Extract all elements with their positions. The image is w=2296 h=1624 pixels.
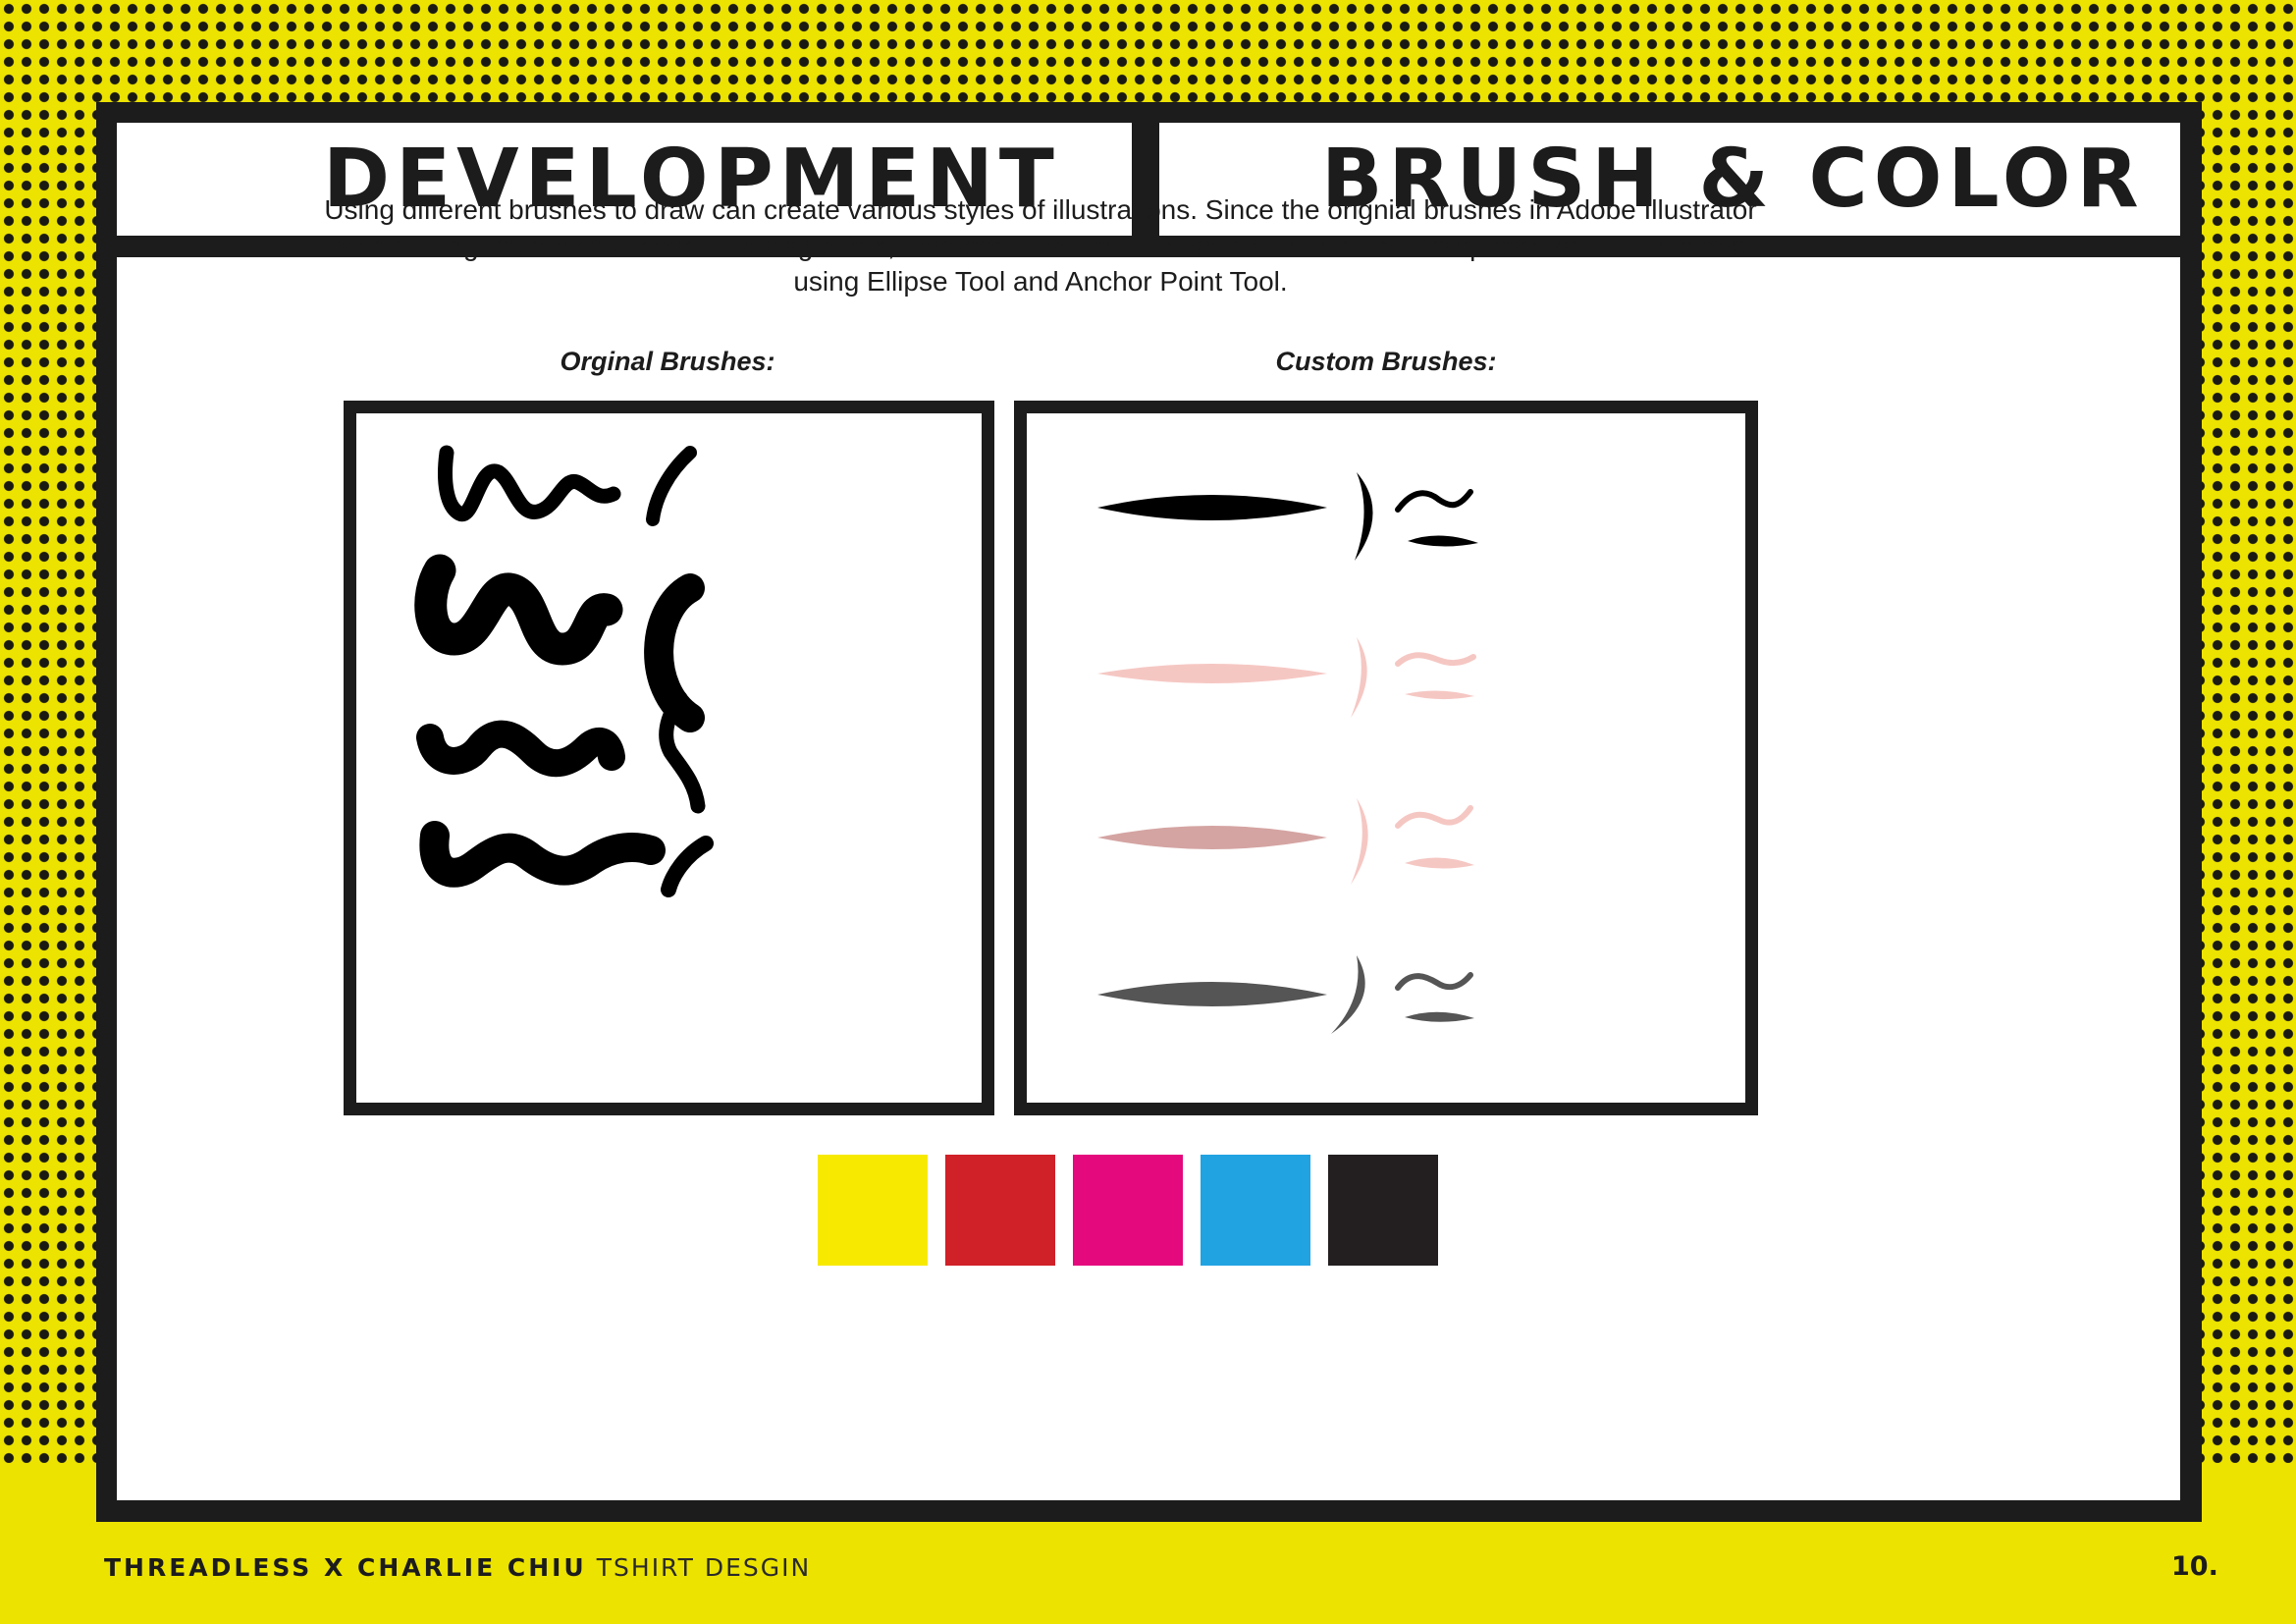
- custom-brushes-panel: [1014, 401, 1758, 1115]
- custom-brushes-label: Custom Brushes:: [1275, 347, 1497, 376]
- intro-line-3: using Ellipse Tool and Anchor Point Tool…: [793, 266, 1288, 297]
- custom-row-black: [1097, 472, 1478, 561]
- original-wave-stroke-2: [414, 554, 623, 666]
- intro-paragraph: Using different brushes to draw can crea…: [275, 192, 1806, 300]
- original-brushes-panel: [344, 401, 994, 1115]
- page-number: 10.: [2171, 1551, 2218, 1582]
- custom-brushes-illustration: [1097, 472, 1478, 1034]
- original-wave-stroke-1: [438, 445, 621, 521]
- custom-arc-stroke-2: [1351, 637, 1367, 718]
- footer: THREADLESS X CHARLIE CHIU TSHIRT DESGIN: [104, 1553, 811, 1583]
- footer-subtitle: TSHIRT DESGIN: [596, 1553, 812, 1582]
- intro-line-2: cannot bring the comic / line art drawin…: [327, 230, 1754, 261]
- custom-row-pink: [1097, 637, 1476, 718]
- custom-arc-stroke-4: [1331, 955, 1365, 1034]
- swatch-yellow: [818, 1155, 928, 1266]
- custom-arc-stroke-3: [1351, 798, 1368, 885]
- swatch-cyan: [1201, 1155, 1310, 1266]
- custom-short-stroke-1: [1408, 535, 1478, 547]
- custom-tilde-stroke-1: [1395, 489, 1473, 513]
- original-brushes-label: Orginal Brushes:: [560, 347, 775, 376]
- custom-arc-stroke-1: [1355, 472, 1373, 561]
- custom-long-stroke-3: [1097, 826, 1327, 849]
- custom-short-stroke-2: [1405, 690, 1474, 700]
- custom-tilde-stroke-2: [1395, 652, 1476, 667]
- original-wave-stroke-3: [416, 720, 625, 778]
- color-palette: [818, 1155, 1438, 1266]
- custom-row-grey: [1097, 955, 1474, 1034]
- swatch-black: [1328, 1155, 1438, 1266]
- original-arc-stroke-4: [661, 836, 714, 897]
- custom-tilde-stroke-4: [1395, 972, 1473, 991]
- custom-long-stroke-2: [1097, 664, 1327, 683]
- intro-line-1: Using different brushes to draw can crea…: [324, 194, 1757, 225]
- custom-long-stroke-4: [1097, 982, 1327, 1006]
- custom-short-stroke-3: [1405, 857, 1474, 869]
- custom-long-stroke-1: [1097, 495, 1327, 520]
- footer-brand: THREADLESS X CHARLIE CHIU: [104, 1553, 587, 1582]
- custom-tilde-stroke-3: [1395, 805, 1473, 829]
- custom-row-dusty-rose: [1097, 798, 1474, 885]
- original-arc-stroke-1: [646, 446, 697, 526]
- original-wave-stroke-4: [419, 821, 666, 888]
- original-brushes-illustration: [414, 445, 714, 897]
- swatch-magenta: [1073, 1155, 1183, 1266]
- swatch-red: [945, 1155, 1055, 1266]
- custom-short-stroke-4: [1405, 1011, 1474, 1022]
